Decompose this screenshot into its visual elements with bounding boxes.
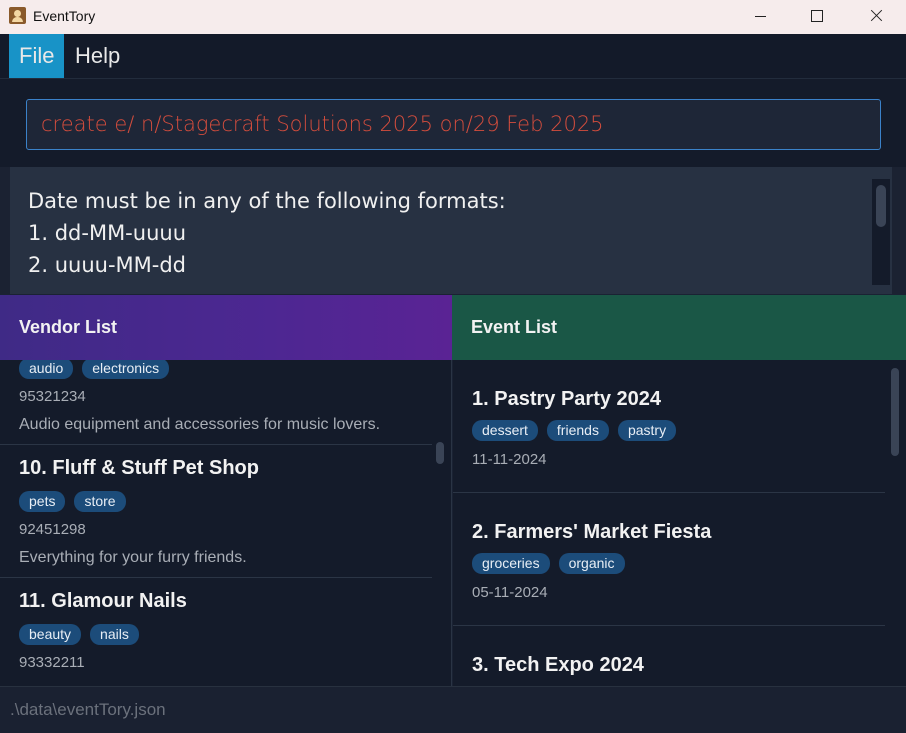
title-bar: EventTory	[0, 0, 906, 34]
vendor-card[interactable]: 10. Fluff & Stuff Pet Shop pets store 924…	[0, 445, 432, 578]
result-scrollbar[interactable]	[872, 179, 890, 285]
tag-list: audio electronics	[19, 360, 178, 380]
tag: friends	[546, 420, 609, 441]
scrollbar-thumb[interactable]	[436, 442, 444, 464]
event-name: 2. Farmers' Market Fiesta	[472, 521, 712, 543]
menu-file[interactable]: File	[9, 34, 65, 78]
vendor-phone: 93332211	[19, 654, 85, 671]
tag: pets	[19, 491, 66, 512]
tag: dessert	[472, 420, 538, 441]
scrollbar-thumb[interactable]	[891, 368, 899, 456]
tag-list: dessert friends pastry	[472, 420, 685, 442]
event-list[interactable]: 1. Pastry Party 2024 dessert friends pastr…	[453, 360, 906, 686]
tag-list: beauty nails	[19, 624, 148, 646]
event-card[interactable]: 3. Tech Expo 2024	[453, 626, 885, 686]
event-date: 05-11-2024	[472, 584, 548, 601]
vendor-name: 10. Fluff & Stuff Pet Shop	[19, 457, 259, 479]
menu-help[interactable]: Help	[65, 34, 130, 78]
close-button[interactable]	[847, 0, 905, 34]
tag-list: pets store	[19, 491, 135, 513]
status-bar-path: .\data\eventTory.json	[0, 686, 906, 733]
tag: nails	[90, 624, 139, 645]
event-date: 11-11-2024	[472, 451, 547, 468]
vendor-phone: 92451298	[19, 521, 86, 538]
vendor-list[interactable]: audio electronics 95321234 Audio equipmen…	[0, 360, 452, 686]
result-line: Date must be in any of the following for…	[28, 189, 506, 213]
event-list-header: Event List	[452, 295, 906, 360]
app-icon	[9, 7, 26, 24]
result-display[interactable]: Date must be in any of the following for…	[10, 167, 892, 294]
event-name: 1. Pastry Party 2024	[472, 388, 662, 410]
tag-list: groceries organic	[472, 553, 634, 575]
minimize-button[interactable]	[731, 0, 789, 34]
tag: electronics	[82, 360, 170, 379]
event-card[interactable]: 1. Pastry Party 2024 dessert friends pastr…	[453, 360, 885, 493]
event-card[interactable]: 2. Farmers' Market Fiesta groceries organ…	[453, 493, 885, 626]
result-line: 2. uuuu-MM-dd	[28, 253, 187, 277]
window-title: EventTory	[33, 8, 96, 24]
vendor-list-header: Vendor List	[0, 295, 452, 360]
vendor-card[interactable]: 11. Glamour Nails beauty nails 93332211	[0, 578, 432, 686]
tag: store	[74, 491, 126, 512]
vendor-description: Everything for your furry friends.	[19, 549, 247, 566]
tag: groceries	[472, 553, 550, 574]
command-area: create e/ n/Stagecraft Solutions 2025 on…	[0, 79, 906, 167]
command-input[interactable]: create e/ n/Stagecraft Solutions 2025 on…	[26, 99, 881, 150]
tag: organic	[558, 553, 625, 574]
vendor-name: 11. Glamour Nails	[19, 590, 187, 612]
result-line: 1. dd-MM-uuuu	[28, 221, 187, 245]
event-list-scrollbar[interactable]	[889, 360, 901, 686]
maximize-button[interactable]	[788, 0, 846, 34]
tag: beauty	[19, 624, 82, 645]
vendor-description: Audio equipment and accessories for musi…	[19, 416, 381, 433]
vendor-list-scrollbar[interactable]	[434, 360, 446, 686]
result-area: Date must be in any of the following for…	[0, 167, 906, 294]
tag: pastry	[617, 420, 677, 441]
vendor-card[interactable]: audio electronics 95321234 Audio equipmen…	[0, 360, 432, 445]
menu-bar: File Help	[0, 34, 906, 79]
tag: audio	[19, 360, 74, 379]
vendor-phone: 95321234	[19, 388, 86, 405]
event-name: 3. Tech Expo 2024	[472, 654, 644, 676]
